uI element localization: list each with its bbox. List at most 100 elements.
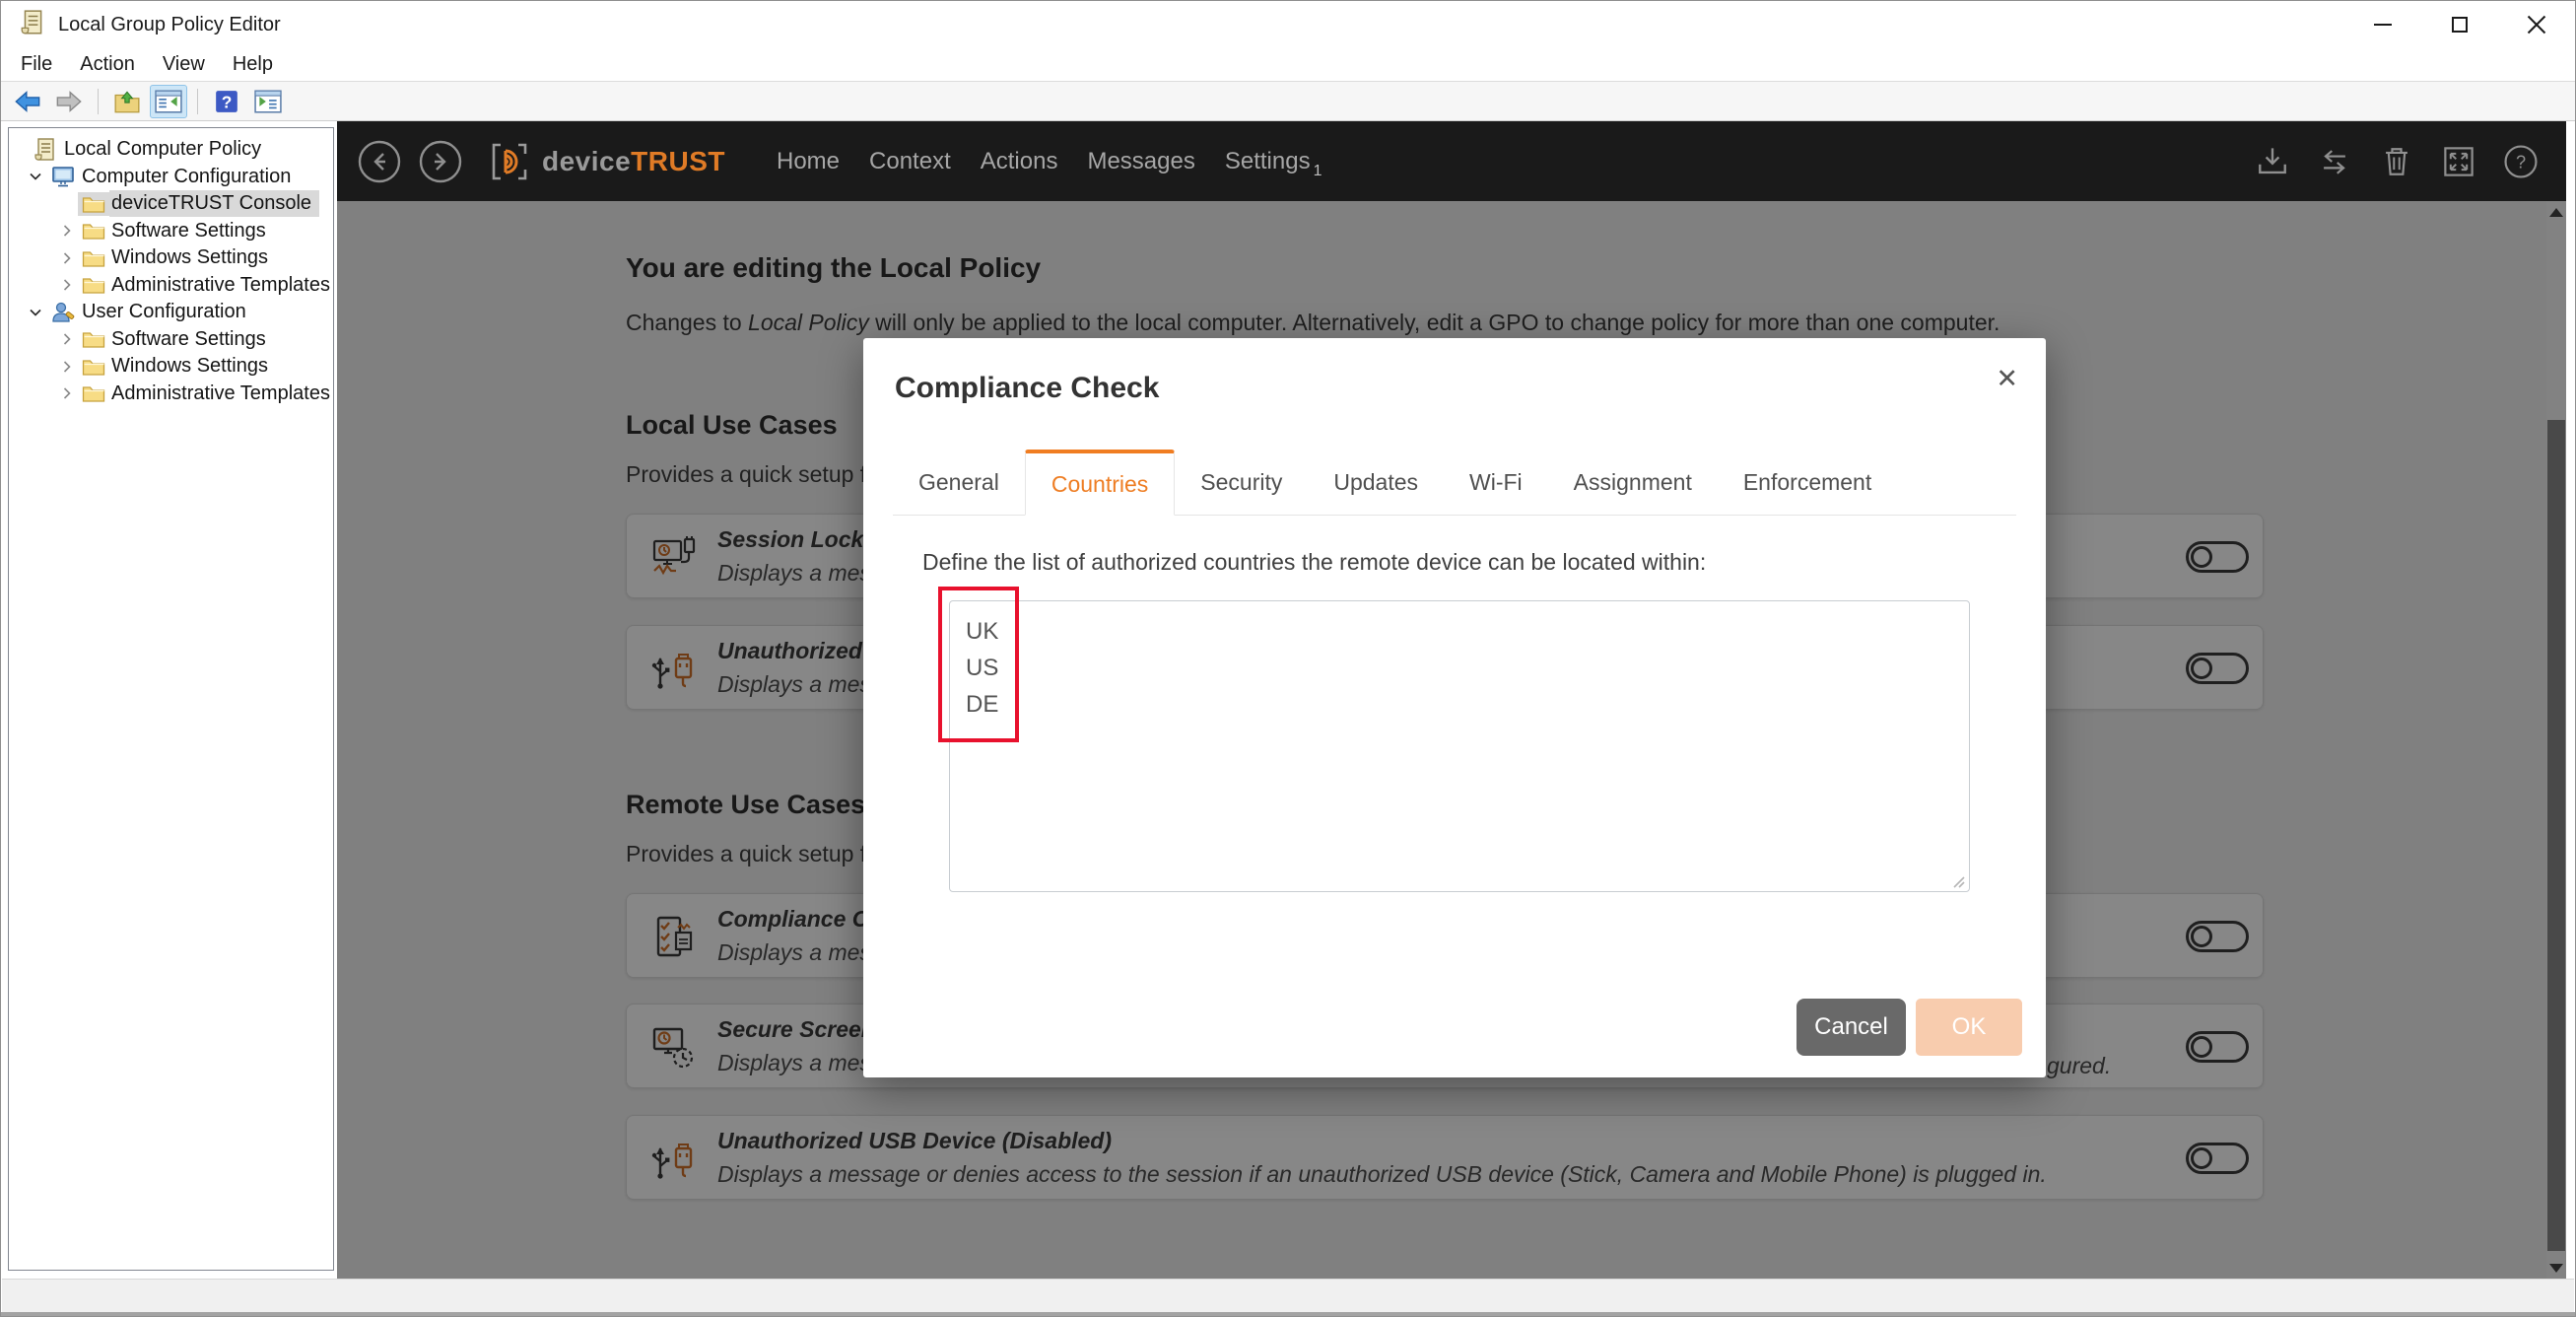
- new-window-button[interactable]: [249, 85, 287, 118]
- console-forward-icon[interactable]: [418, 139, 463, 184]
- tree-item-label: Computer Configuration: [82, 165, 292, 187]
- tab-assignment[interactable]: Assignment: [1548, 450, 1718, 515]
- window-title: Local Group Policy Editor: [58, 13, 281, 35]
- chevron-expanded-icon[interactable]: [25, 169, 46, 184]
- computer-icon: [46, 162, 80, 191]
- tab-wifi[interactable]: Wi-Fi: [1444, 450, 1548, 515]
- console-header-actions: ?: [2253, 142, 2541, 181]
- tab-general[interactable]: General: [893, 450, 1025, 515]
- toolbar-separator: [197, 88, 198, 114]
- devicetrust-logo[interactable]: deviceTRUST: [487, 139, 725, 184]
- minimize-icon: [2374, 24, 2392, 26]
- show-console-tree-button[interactable]: [150, 84, 187, 118]
- close-button[interactable]: [2498, 1, 2575, 48]
- dialog-close-icon[interactable]: ✕: [1996, 366, 2018, 392]
- dialog-title: Compliance Check: [895, 372, 1160, 404]
- tree-item-label: Local Computer Policy: [64, 138, 262, 161]
- tree-item-user-configuration[interactable]: User Configuration: [9, 299, 333, 326]
- tab-enforcement[interactable]: Enforcement: [1718, 450, 1897, 515]
- nav-messages[interactable]: Messages: [1087, 148, 1194, 175]
- trash-icon[interactable]: [2377, 142, 2416, 181]
- tree-item-label: Administrative Templates: [111, 273, 330, 296]
- transfer-icon[interactable]: [2315, 142, 2354, 181]
- titlebar: Local Group Policy Editor: [1, 1, 2575, 48]
- local-group-policy-editor-window: Local Group Policy Editor File Action Vi…: [0, 0, 2576, 1317]
- folder-icon: [78, 246, 109, 270]
- menu-help[interactable]: Help: [219, 48, 287, 81]
- countries-textarea[interactable]: UK US DE: [949, 600, 1970, 892]
- forward-button[interactable]: [50, 85, 88, 118]
- tree-item-windows-settings-user[interactable]: Windows Settings: [9, 353, 333, 381]
- tree-item-label: Software Settings: [111, 327, 266, 350]
- export-list-button[interactable]: [108, 85, 146, 118]
- tree-item-devicetrust-console[interactable]: deviceTRUST Console: [9, 190, 333, 218]
- tree-item-label: Windows Settings: [111, 246, 268, 269]
- console-tree-icon: [155, 89, 182, 113]
- chevron-collapsed-icon[interactable]: [56, 223, 78, 239]
- resize-grip-icon[interactable]: [1948, 871, 1966, 889]
- app-scroll-icon: [19, 9, 46, 41]
- tree-item-label: User Configuration: [82, 301, 246, 323]
- ok-button[interactable]: OK: [1916, 999, 2022, 1056]
- tab-security[interactable]: Security: [1175, 450, 1308, 515]
- cancel-button[interactable]: Cancel: [1796, 999, 1906, 1056]
- download-icon[interactable]: [2253, 142, 2292, 181]
- tab-updates[interactable]: Updates: [1308, 450, 1444, 515]
- back-arrow-icon: [15, 90, 40, 112]
- tab-countries[interactable]: Countries: [1024, 450, 1176, 516]
- tree-item-label: deviceTRUST Console: [109, 190, 320, 218]
- chevron-expanded-icon[interactable]: [25, 305, 46, 320]
- status-bar: [2, 1279, 2574, 1312]
- folder-icon: [78, 355, 109, 379]
- forward-arrow-icon: [56, 90, 82, 112]
- folder-icon: [78, 219, 109, 243]
- menu-file[interactable]: File: [7, 48, 66, 81]
- menu-action[interactable]: Action: [66, 48, 149, 81]
- tree-item-label: Software Settings: [111, 219, 266, 242]
- nav-actions[interactable]: Actions: [981, 148, 1058, 175]
- tree-item-administrative-templates-computer[interactable]: Administrative Templates: [9, 272, 333, 300]
- console-tree-panel: Local Computer Policy Computer Configura…: [8, 127, 334, 1271]
- nav-context[interactable]: Context: [869, 148, 951, 175]
- nav-home[interactable]: Home: [777, 148, 840, 175]
- tree-item-computer-configuration[interactable]: Computer Configuration: [9, 164, 333, 191]
- gpo-scroll-icon: [29, 135, 62, 165]
- new-window-icon: [254, 89, 282, 113]
- chevron-collapsed-icon[interactable]: [56, 277, 78, 293]
- tree-item-administrative-templates-user[interactable]: Administrative Templates: [9, 381, 333, 408]
- tree-item-software-settings-user[interactable]: Software Settings: [9, 326, 333, 354]
- tree-item-windows-settings-computer[interactable]: Windows Settings: [9, 244, 333, 272]
- help-icon: ?: [216, 90, 237, 112]
- tree-item-local-computer-policy[interactable]: Local Computer Policy: [9, 136, 333, 164]
- tree-item-label: Windows Settings: [111, 355, 268, 378]
- maximize-icon: [2452, 17, 2468, 33]
- brand-device: device: [542, 145, 632, 176]
- console-back-icon[interactable]: [357, 139, 402, 184]
- chevron-collapsed-icon[interactable]: [56, 331, 78, 347]
- maximize-button[interactable]: [2421, 1, 2498, 48]
- svg-text:?: ?: [222, 92, 233, 111]
- nav-settings[interactable]: Settings 1: [1225, 148, 1322, 179]
- back-button[interactable]: [9, 85, 46, 118]
- chevron-collapsed-icon[interactable]: [56, 385, 78, 401]
- chevron-collapsed-icon[interactable]: [56, 250, 78, 266]
- chevron-collapsed-icon[interactable]: [56, 359, 78, 375]
- menu-view[interactable]: View: [149, 48, 219, 81]
- tree-item-label: Administrative Templates: [111, 381, 330, 404]
- devicetrust-logo-icon: [492, 143, 527, 179]
- window-bottom-border: [1, 1312, 2575, 1316]
- folder-icon: [78, 273, 109, 297]
- settings-badge: 1: [1313, 162, 1322, 179]
- toolbar: ?: [1, 81, 2575, 121]
- help-button[interactable]: ?: [208, 85, 245, 118]
- tree-item-software-settings-computer[interactable]: Software Settings: [9, 218, 333, 245]
- help-circle-icon[interactable]: ?: [2501, 142, 2541, 181]
- menubar: File Action View Help: [1, 48, 2575, 81]
- console-header: deviceTRUST Home Context Actions Message…: [337, 121, 2566, 201]
- folder-icon: [78, 327, 109, 351]
- svg-text:?: ?: [2516, 152, 2526, 172]
- toolbar-separator: [98, 88, 99, 114]
- minimize-button[interactable]: [2344, 1, 2421, 48]
- folder-icon: [78, 191, 109, 216]
- fullscreen-icon[interactable]: [2439, 142, 2478, 181]
